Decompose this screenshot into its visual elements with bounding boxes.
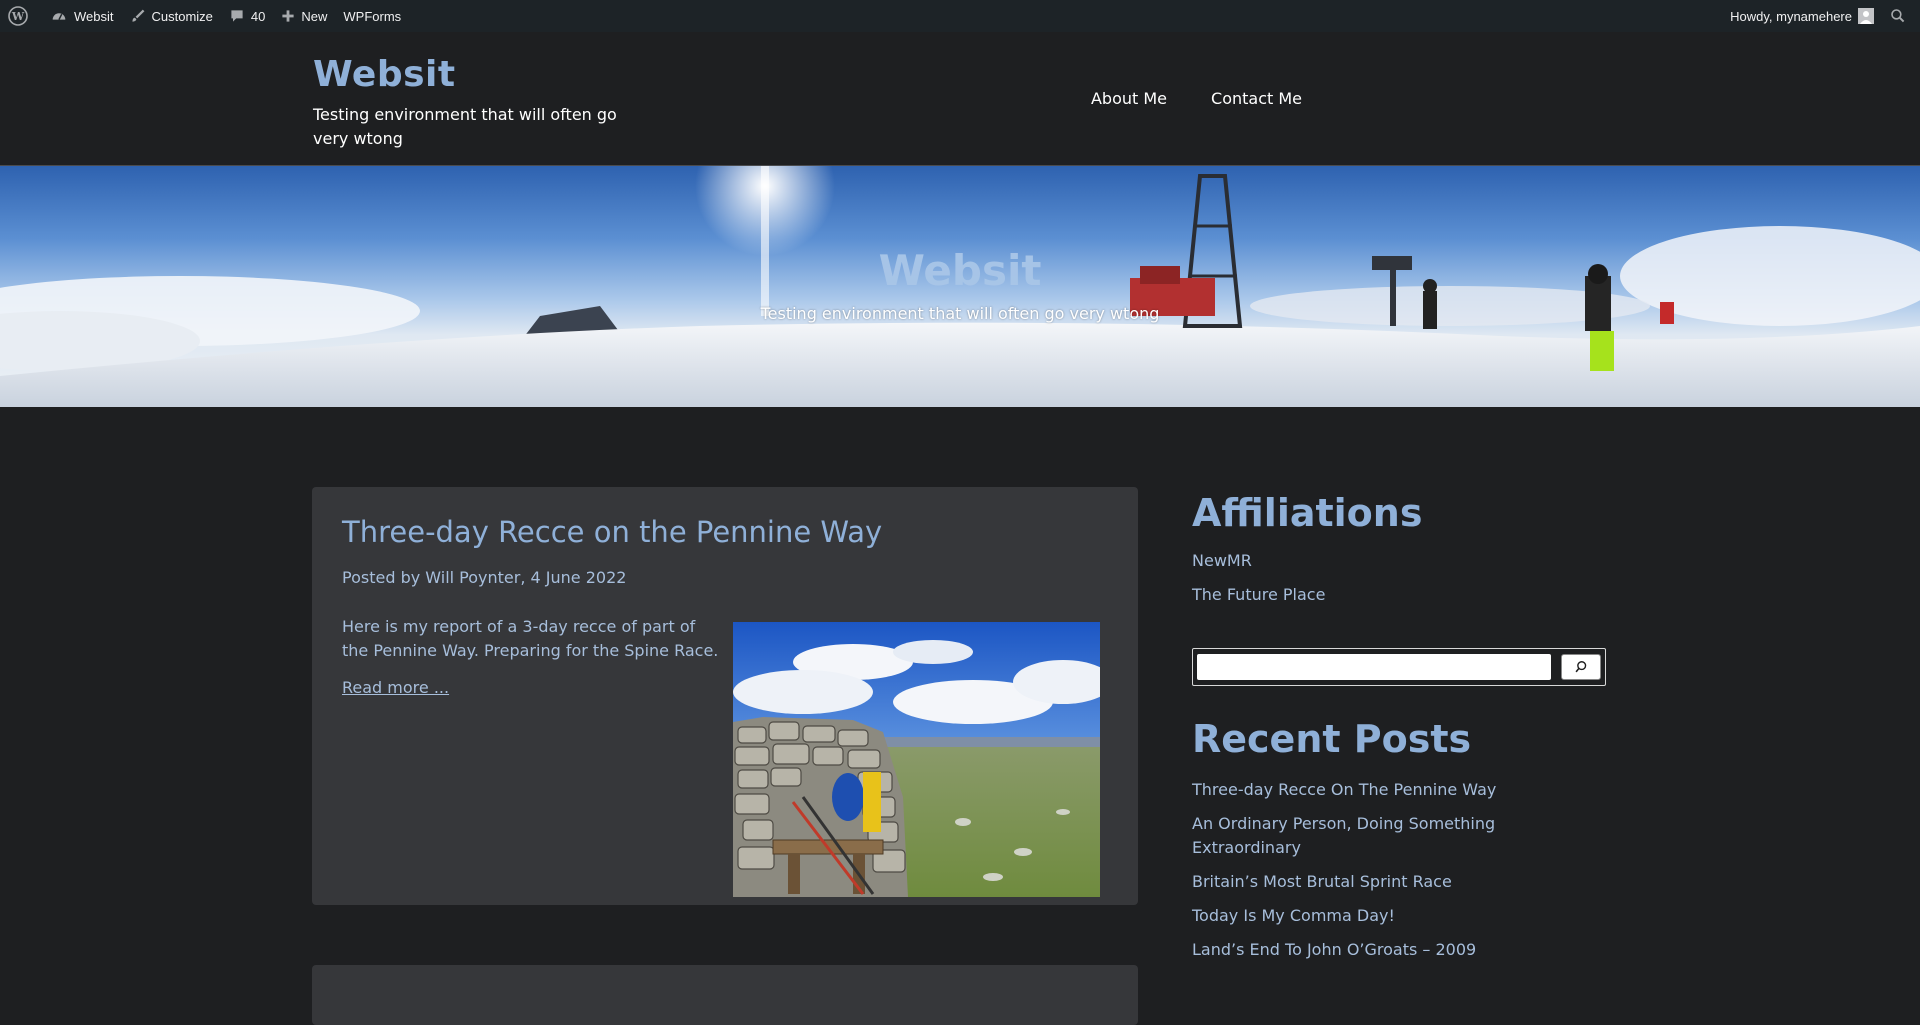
affiliation-link-the-future-place[interactable]: The Future Place [1192, 583, 1325, 607]
new-content-button[interactable]: New [273, 0, 335, 32]
hero-tagline: Testing environment that will often go v… [760, 304, 1160, 323]
search-widget [1192, 648, 1606, 686]
user-avatar-icon [1860, 11, 1872, 24]
dashboard-icon [52, 13, 66, 20]
comments-count: 40 [250, 8, 266, 24]
recent-posts-heading: Recent Posts [1192, 717, 1472, 761]
affiliations-heading: Affiliations [1192, 491, 1423, 535]
affiliations-list: NewMR The Future Place [1192, 549, 1325, 617]
paintbrush-icon [131, 9, 144, 22]
site-name-menu[interactable]: Websit [42, 0, 122, 32]
customize-button[interactable]: Customize [122, 0, 221, 32]
comments-button[interactable]: 40 [221, 0, 273, 32]
site-tagline: Testing environment that will often go v… [313, 105, 617, 148]
hero-title: Websit [878, 246, 1042, 295]
search-input[interactable] [1197, 654, 1551, 680]
search-button[interactable] [1561, 654, 1601, 680]
hero-banner: Websit Testing environment that will oft… [0, 166, 1920, 407]
recent-post-link[interactable]: Three-day Recce On The Pennine Way [1192, 778, 1522, 802]
site-title[interactable]: Websit [313, 54, 456, 95]
post-author-link[interactable]: Will Poynter [425, 568, 520, 587]
admin-search-button[interactable] [1882, 0, 1920, 32]
account-menu[interactable]: Howdy, mynamehere [1722, 0, 1882, 32]
admin-bar: W Websit Customize 40 New WPForms Howdy,… [0, 0, 1920, 32]
search-icon [1575, 661, 1587, 673]
site-header: Websit Testing environment that will oft… [0, 32, 1920, 166]
wordpress-icon: W [8, 6, 28, 26]
post-meta: Posted by Will Poynter, 4 June 2022 [342, 568, 626, 587]
recent-post-link[interactable]: Land’s End To John O’Groats – 2009 [1192, 938, 1522, 962]
comment-bubble-icon [231, 10, 243, 22]
recent-posts-list: Three-day Recce On The Pennine Way An Or… [1192, 778, 1522, 972]
site-name-label: Websit [74, 8, 114, 24]
wpforms-menu[interactable]: WPForms [335, 0, 409, 32]
stone-wall-photo [733, 622, 1100, 897]
post-featured-image[interactable] [733, 622, 1100, 897]
avatar [1858, 8, 1874, 24]
recent-post-link[interactable]: An Ordinary Person, Doing Something Extr… [1192, 812, 1522, 860]
search-icon [1891, 9, 1905, 23]
recent-post-link[interactable]: Britain’s Most Brutal Sprint Race [1192, 870, 1522, 894]
affiliation-link-newmr[interactable]: NewMR [1192, 549, 1325, 573]
new-label: New [301, 8, 328, 24]
post-excerpt: Here is my report of a 3-day recce of pa… [342, 617, 719, 660]
recent-post-link[interactable]: Today Is My Comma Day! [1192, 904, 1522, 928]
customize-label: Customize [151, 8, 213, 24]
svg-text:W: W [11, 10, 25, 23]
wordpress-logo-button[interactable]: W [0, 0, 42, 32]
post-card [312, 965, 1138, 1025]
read-more-link[interactable]: Read more ... [342, 678, 449, 697]
post-title[interactable]: Three-day Recce on the Pennine Way [342, 515, 882, 549]
meta-prefix: Posted by [342, 568, 426, 587]
howdy-label: Howdy, mynamehere [1730, 8, 1852, 24]
main-navigation: About Me Contact Me [1091, 89, 1302, 108]
post-card: Three-day Recce on the Pennine Way Poste… [312, 487, 1138, 905]
meta-separator: , [520, 568, 531, 587]
post-date-link[interactable]: 4 June 2022 [531, 568, 627, 587]
nav-item-contact-me[interactable]: Contact Me [1211, 89, 1302, 108]
wpforms-label: WPForms [343, 8, 402, 24]
nav-item-about-me[interactable]: About Me [1091, 89, 1167, 108]
plus-icon [282, 10, 294, 22]
